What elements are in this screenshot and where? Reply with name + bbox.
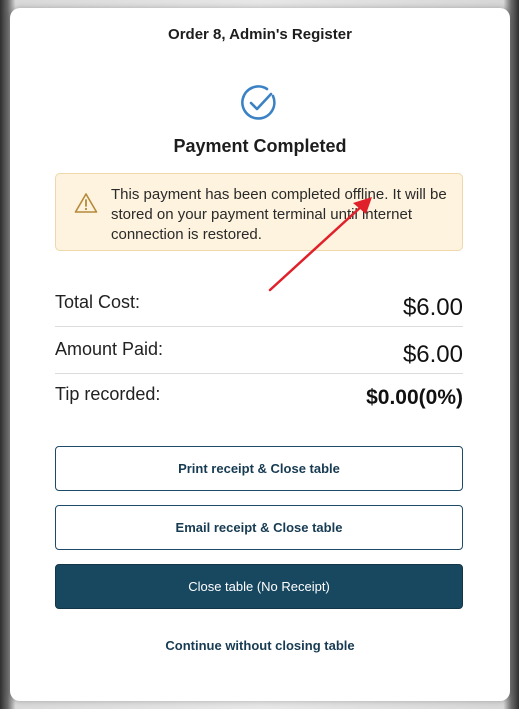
total-cost-value: $6.00 — [402, 294, 463, 321]
tip-recorded-row: Tip recorded: $0.00(0%) — [55, 378, 463, 418]
total-cost-label: Total Cost: — [55, 292, 141, 312]
tip-recorded-label: Tip recorded: — [55, 384, 161, 404]
amount-paid-value: $6.00 — [402, 341, 463, 368]
tip-recorded-value: $0.00(0%) — [366, 386, 463, 409]
payment-status-heading: Payment Completed — [173, 136, 347, 156]
email-receipt-close-table-button[interactable]: Email receipt & Close table — [55, 505, 463, 550]
total-cost-row: Total Cost: $6.00 — [55, 286, 463, 327]
continue-without-closing-link[interactable]: Continue without closing table — [10, 638, 510, 653]
warning-triangle-icon — [74, 193, 98, 213]
offline-warning-text: This payment has been completed offline.… — [111, 186, 447, 243]
amount-paid-row: Amount Paid: $6.00 — [55, 333, 463, 374]
offline-warning-banner: This payment has been completed offline.… — [55, 173, 463, 251]
amount-paid-label: Amount Paid: — [55, 339, 164, 359]
dialog-title: Order 8, Admin's Register — [168, 26, 352, 43]
close-table-no-receipt-button[interactable]: Close table (No Receipt) — [55, 564, 463, 609]
check-circle-icon — [241, 85, 276, 120]
payment-complete-dialog: Order 8, Admin's Register Payment Comple… — [10, 8, 510, 701]
print-receipt-close-table-button[interactable]: Print receipt & Close table — [55, 446, 463, 491]
